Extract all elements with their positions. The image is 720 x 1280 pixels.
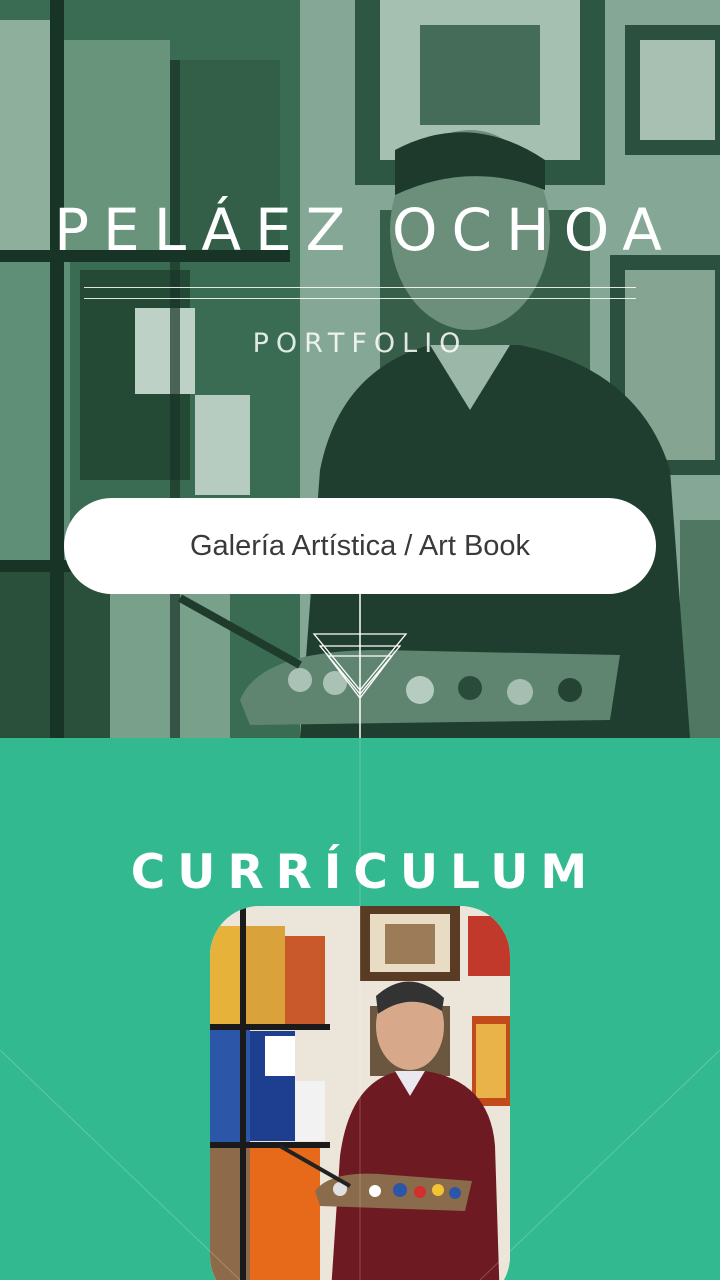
hero-section: PELÁEZ OCHOA PORTFOLIO Galería Artística… xyxy=(0,0,720,738)
title-divider-top xyxy=(84,287,636,288)
curriculum-title[interactable]: CURRÍCULUM xyxy=(0,845,720,900)
gallery-art-book-button[interactable]: Galería Artística / Art Book xyxy=(64,498,656,594)
title-divider-bottom xyxy=(84,298,636,299)
portfolio-subtitle: PORTFOLIO xyxy=(252,328,468,359)
artist-name-title: PELÁEZ OCHOA xyxy=(54,196,676,264)
nested-triangles-down-icon xyxy=(312,594,408,738)
curriculum-section: CURRÍCULUM xyxy=(0,738,720,1280)
curriculum-portrait-photo[interactable] xyxy=(210,906,510,1280)
curriculum-portrait-image xyxy=(210,906,510,1280)
